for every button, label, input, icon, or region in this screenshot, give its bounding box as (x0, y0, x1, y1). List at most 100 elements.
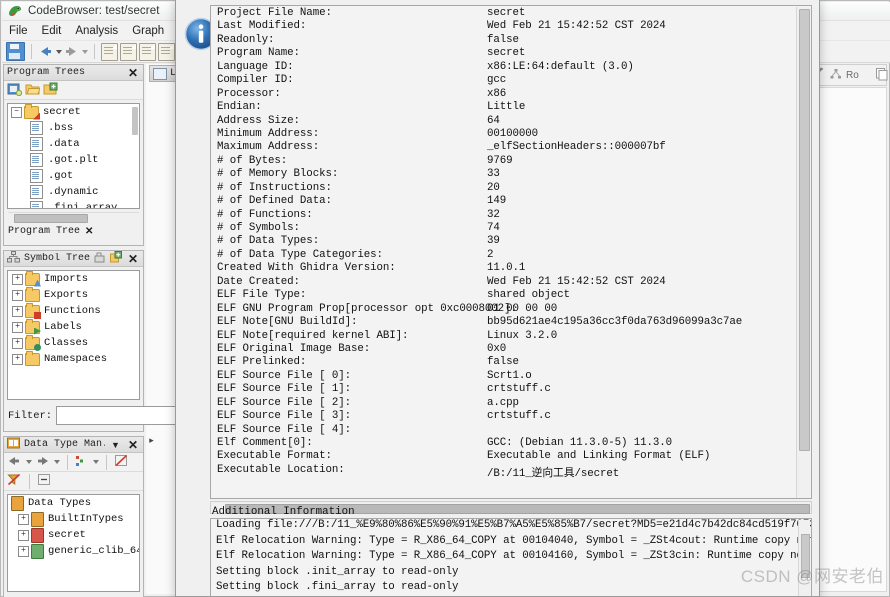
info-row[interactable]: Readonly: false (212, 34, 796, 47)
tree-row[interactable]: .data (8, 136, 139, 152)
collapse-icon[interactable]: − (11, 106, 22, 118)
info-row[interactable]: Executable Format: Executable and Linking… (212, 450, 796, 463)
tree-row[interactable]: .dynamic (8, 184, 139, 200)
tree-row[interactable]: + Imports (8, 271, 139, 287)
info-row[interactable]: Address Size: 64 (212, 115, 796, 128)
info-row[interactable]: ELF Prelinked: false (212, 356, 796, 369)
collapse-all-icon[interactable] (37, 473, 51, 489)
filter-off-icon[interactable] (7, 473, 22, 489)
expand-icon[interactable]: + (12, 273, 23, 285)
forward-dropdown-icon[interactable] (82, 49, 88, 54)
program-information-table[interactable]: Project File Name: secret Last Modified: We… (212, 7, 796, 486)
expand-icon[interactable]: + (18, 545, 29, 557)
new-tree-icon[interactable] (7, 82, 23, 99)
forward-arrow-icon[interactable] (64, 44, 79, 59)
info-row[interactable]: # of Memory Blocks: 33 (212, 168, 796, 181)
info-row[interactable]: # of Instructions: 20 (212, 182, 796, 195)
info-row[interactable]: # of Data Types: 39 (212, 235, 796, 248)
info-row[interactable]: # of Symbols: 74 (212, 222, 796, 235)
info-row[interactable]: Elf Comment[0]: GCC: (Debian 11.3.0-5) 11… (212, 437, 796, 450)
page-icon-2[interactable] (120, 42, 137, 61)
program-trees-tree[interactable]: − secret .bss .data .got.plt .got .dynam… (7, 103, 140, 209)
pin-icon[interactable] (94, 251, 106, 266)
info-row[interactable]: ELF Note[required kernel ABI]: Linux 3.2.… (212, 330, 796, 343)
info-row[interactable]: Language ID: x86:LE:64:default (3.0) (212, 61, 796, 74)
info-row[interactable]: Minimum Address: 00100000 (212, 128, 796, 141)
info-row[interactable]: ELF Note[GNU BuildId]: bb95d621ae4c195a36… (212, 316, 796, 329)
new-symbol-icon[interactable] (109, 251, 122, 266)
sort-icon[interactable] (75, 455, 89, 470)
expand-icon[interactable]: + (18, 513, 29, 525)
expand-icon[interactable]: + (12, 289, 23, 301)
expand-icon[interactable]: + (12, 321, 23, 333)
tree-row[interactable]: + Functions (8, 302, 139, 319)
info-row[interactable]: Endian: Little (212, 101, 796, 114)
page-icon-1[interactable] (101, 42, 118, 61)
info-row[interactable]: Executable Location: /B:/11_逆向工具/secret (212, 464, 796, 480)
tree-row[interactable]: + secret (8, 527, 139, 543)
copy-icon[interactable] (875, 67, 889, 84)
menu-file[interactable]: File (2, 23, 35, 39)
function-graph-icon[interactable] (830, 68, 842, 83)
info-row[interactable]: ELF GNU Program Prop[processor opt 0xc00… (212, 303, 796, 316)
menu-graph[interactable]: Graph (125, 23, 171, 39)
menu-analysis[interactable]: Analysis (68, 23, 125, 39)
copy-tree-icon[interactable] (43, 82, 58, 99)
forward-arrow-icon[interactable] (35, 455, 50, 470)
info-row[interactable]: ELF Original Image Base: 0x0 (212, 343, 796, 356)
dock-divider-handle[interactable]: ▸ (147, 433, 156, 447)
tree-vertical-scrollbar[interactable] (132, 107, 138, 135)
info-row[interactable]: Processor: x86 (212, 88, 796, 101)
tree-row[interactable]: + Namespaces (8, 350, 139, 367)
info-row[interactable]: ELF Source File [ 4]: (212, 424, 796, 437)
tree-horizontal-scrollbar[interactable] (8, 212, 139, 223)
page-icon-4[interactable] (158, 42, 175, 61)
info-row[interactable]: ELF Source File [ 3]: crtstuff.c (212, 410, 796, 423)
info-row[interactable]: Created With Ghidra Version: 11.0.1 (212, 262, 796, 275)
tree-row[interactable]: − secret (8, 104, 139, 120)
back-arrow-icon[interactable] (7, 455, 22, 470)
info-row[interactable]: # of Defined Data: 149 (212, 195, 796, 208)
symbol-tree-tree[interactable]: + Imports + Exports + Functions + Labels… (7, 270, 140, 400)
info-row[interactable]: Compiler ID: gcc (212, 74, 796, 87)
info-row[interactable]: ELF Source File [ 2]: a.cpp (212, 397, 796, 410)
close-icon[interactable]: ✕ (126, 438, 140, 452)
info-row[interactable]: ELF Source File [ 1]: crtstuff.c (212, 383, 796, 396)
table-vertical-scrollbar[interactable] (796, 7, 810, 498)
open-folder-icon[interactable] (25, 82, 41, 99)
info-row[interactable]: Program Name: secret (212, 47, 796, 60)
tree-row[interactable]: + generic_clib_64 (8, 543, 139, 559)
back-arrow-icon[interactable] (38, 44, 53, 59)
additional-information-panel[interactable]: Loading file:///B:/11_%E9%80%86%E5%90%91… (210, 518, 812, 596)
tree-row[interactable]: .got (8, 168, 139, 184)
data-types-tree[interactable]: Data Types + BuiltInTypes + secret + gen… (7, 494, 140, 592)
save-icon[interactable] (6, 42, 25, 61)
info-row[interactable]: ELF Source File [ 0]: Scrt1.o (212, 370, 796, 383)
tree-row[interactable]: .fini_array (8, 200, 139, 208)
program-tree-tab[interactable]: Program Tree ✕ (4, 222, 143, 240)
tree-row[interactable]: .got.plt (8, 152, 139, 168)
info-row[interactable]: # of Functions: 32 (212, 209, 796, 222)
info-row[interactable]: ELF File Type: shared object (212, 289, 796, 302)
info-row[interactable]: # of Bytes: 9769 (212, 155, 796, 168)
expand-icon[interactable]: + (12, 337, 23, 349)
close-icon[interactable]: ✕ (126, 252, 140, 266)
clear-filter-icon[interactable] (114, 454, 129, 470)
tree-row[interactable]: + Exports (8, 286, 139, 303)
info-row[interactable]: Maximum Address: _elfSectionHeaders::0000… (212, 141, 796, 154)
info-row[interactable]: Date Created: Wed Feb 21 15:42:52 CST 202… (212, 276, 796, 289)
table-vertical-scrollbar-thumb[interactable] (799, 9, 810, 451)
expand-icon[interactable]: + (12, 305, 23, 317)
tree-row[interactable]: + BuiltInTypes (8, 511, 139, 527)
chevron-down-icon[interactable]: ▼ (109, 440, 122, 450)
info-row[interactable]: Last Modified: Wed Feb 21 15:42:52 CST 20… (212, 20, 796, 33)
info-row[interactable]: Project File Name: secret (212, 7, 796, 20)
close-icon[interactable]: ✕ (85, 226, 93, 237)
additional-vertical-scrollbar-thumb[interactable] (801, 534, 810, 578)
expand-icon[interactable]: + (12, 353, 23, 365)
close-icon[interactable]: ✕ (126, 66, 140, 80)
tree-row[interactable]: Data Types (8, 495, 139, 511)
tree-row[interactable]: .bss (8, 120, 139, 136)
tree-row[interactable]: + Labels (8, 318, 139, 335)
expand-icon[interactable]: + (18, 529, 29, 541)
